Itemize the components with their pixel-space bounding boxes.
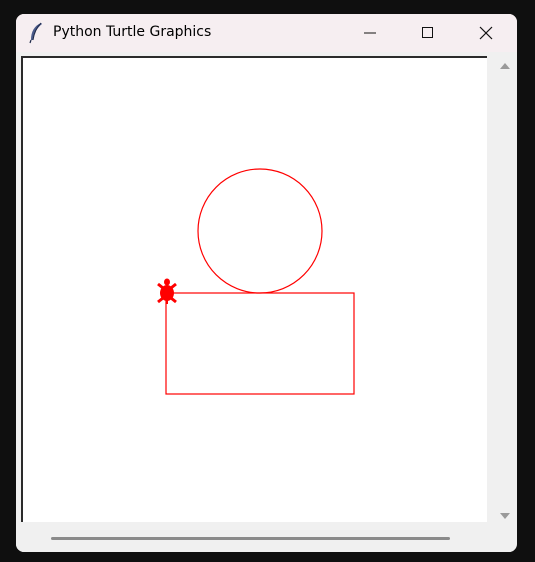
- scrollbar-corner: [496, 526, 514, 552]
- horizontal-scroll-thumb[interactable]: [51, 537, 450, 540]
- vertical-scrollbar[interactable]: [496, 56, 514, 522]
- drawing-surface: [157, 168, 355, 395]
- feather-icon: [29, 22, 42, 44]
- red-rectangle: [165, 292, 355, 395]
- maximize-icon: [422, 27, 433, 38]
- minimize-icon: [364, 32, 376, 34]
- turtle-icon: [157, 278, 177, 304]
- close-icon: [479, 26, 493, 40]
- maximize-button[interactable]: [405, 14, 451, 52]
- vertical-scrollbar-graphics: [500, 63, 510, 519]
- minimize-button[interactable]: [347, 14, 393, 52]
- horizontal-scrollbar[interactable]: [16, 526, 494, 552]
- scroll-down-icon[interactable]: [500, 513, 510, 519]
- turtle-canvas[interactable]: [21, 56, 487, 522]
- close-button[interactable]: [463, 14, 509, 52]
- window-title: Python Turtle Graphics: [53, 24, 212, 40]
- scroll-up-icon[interactable]: [500, 63, 510, 69]
- turtle-window: Python Turtle Graphics: [16, 14, 517, 552]
- red-circle: [197, 168, 323, 294]
- title-bar[interactable]: Python Turtle Graphics: [16, 14, 517, 52]
